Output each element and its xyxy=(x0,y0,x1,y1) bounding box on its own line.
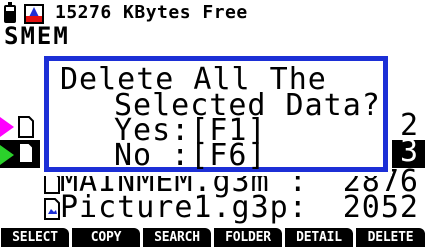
pointer-green-icon xyxy=(0,145,14,165)
list-item[interactable]: Picture1.g3p: 2052 xyxy=(0,190,425,226)
f6-delete-key[interactable]: DELETE xyxy=(356,228,425,247)
free-memory-text: 15276 KBytes Free xyxy=(55,2,248,23)
casio-storage-memory-screen: 15276 KBytes Free SMEM 2 3 MAINMEM.g3m :… xyxy=(0,0,425,247)
file-size: 2052 xyxy=(342,190,419,225)
f3-search-key[interactable]: SEARCH xyxy=(143,228,211,247)
pointer-magenta-icon xyxy=(0,117,14,137)
file-name: Picture1.g3p: xyxy=(60,190,308,225)
delete-confirm-dialog: Delete All The Selected Data? Yes:[F1] N… xyxy=(40,52,425,176)
f5-detail-key[interactable]: DETAIL xyxy=(285,228,353,247)
picture-file-icon xyxy=(44,198,60,220)
file-icon xyxy=(18,142,34,164)
battery-icon xyxy=(4,2,16,23)
mode-icon xyxy=(24,4,44,24)
file-icon xyxy=(18,116,34,138)
f1-select-key[interactable]: SELECT xyxy=(1,228,69,247)
f4-folder-key[interactable]: FOLDER xyxy=(214,228,282,247)
f2-copy-key[interactable]: COPY xyxy=(72,228,140,247)
page-title: SMEM xyxy=(4,22,70,50)
no-option[interactable]: No :[F6] xyxy=(114,141,267,171)
function-key-bar: SELECT COPY SEARCH FOLDER DETAIL DELETE xyxy=(0,226,425,247)
